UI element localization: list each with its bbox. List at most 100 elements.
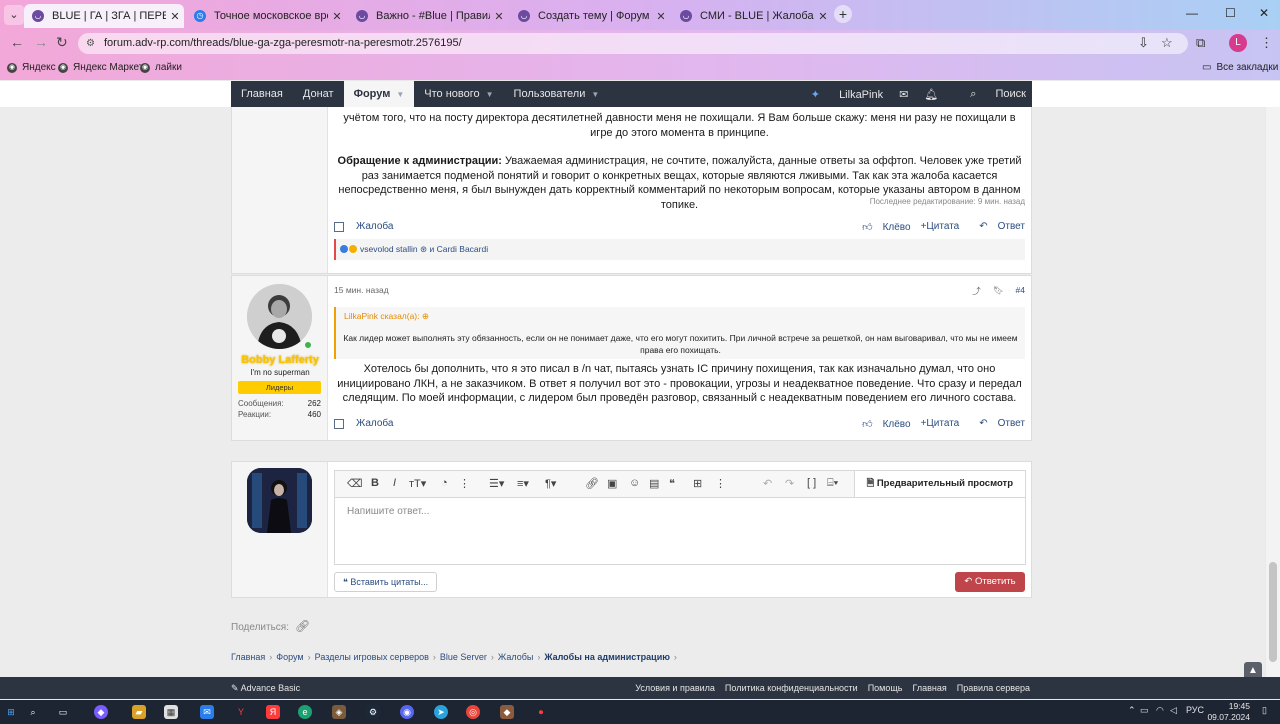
close-icon[interactable]: ✕ bbox=[328, 10, 346, 23]
image-icon[interactable]: ▣ bbox=[607, 477, 617, 490]
nav-home[interactable]: Главная bbox=[231, 81, 293, 107]
redo-icon[interactable]: ↷ bbox=[785, 477, 794, 490]
back-icon[interactable]: ← bbox=[10, 34, 24, 50]
bookmark-likes[interactable]: ◉ лайки bbox=[140, 62, 182, 73]
scroll-thumb[interactable] bbox=[1269, 562, 1277, 662]
mail-icon[interactable]: ✉ bbox=[200, 705, 214, 719]
bookmark-icon[interactable]: 🔖︎ bbox=[993, 285, 1004, 297]
reload-icon[interactable]: ↻ bbox=[56, 34, 68, 51]
post-number[interactable]: #4 bbox=[1016, 285, 1025, 297]
profile-avatar[interactable]: L bbox=[1229, 34, 1247, 52]
nav-members[interactable]: Пользователи ▼ bbox=[504, 81, 610, 107]
footer-link-privacy[interactable]: Политика конфиденциальности bbox=[725, 677, 858, 699]
all-bookmarks[interactable]: ▭ Все закладки bbox=[1202, 62, 1278, 73]
reply-link[interactable]: ↶ Ответ bbox=[969, 221, 1025, 233]
arrow-up-circle-icon[interactable]: ⊕ bbox=[422, 311, 429, 321]
close-icon[interactable]: ✕ bbox=[166, 10, 184, 23]
select-checkbox[interactable] bbox=[334, 222, 344, 232]
report-link[interactable]: Жалоба bbox=[356, 221, 393, 232]
browser-tab-4[interactable]: ◡ Создать тему | Форум Advance ✕ bbox=[510, 4, 670, 28]
footer-link-rules[interactable]: Правила сервера bbox=[957, 677, 1030, 699]
footer-link-terms[interactable]: Условия и правила bbox=[635, 677, 715, 699]
assistant-icon[interactable]: ◆ bbox=[94, 705, 108, 719]
steam-icon[interactable]: ⚙ bbox=[366, 705, 380, 719]
language-indicator[interactable]: РУС bbox=[1186, 705, 1204, 715]
mail-icon[interactable]: ✉ bbox=[899, 88, 908, 101]
volume-icon[interactable]: ◁ bbox=[1170, 705, 1177, 716]
report-link[interactable]: Жалоба bbox=[356, 418, 393, 429]
undo-icon[interactable]: ↶ bbox=[763, 477, 772, 490]
drafts-icon[interactable]: ⌸▾ bbox=[827, 477, 838, 490]
task-view-icon[interactable]: ▭ bbox=[56, 705, 70, 719]
nav-donate[interactable]: Донат bbox=[293, 81, 344, 107]
bell-icon[interactable]: 🔔︎ bbox=[924, 88, 938, 101]
record-icon[interactable]: ⏺ bbox=[534, 705, 548, 719]
chevron-down-icon[interactable]: ▼ bbox=[591, 90, 599, 99]
list-icon[interactable]: ☰▾ bbox=[489, 477, 504, 490]
bookmark-star-icon[interactable]: ☆ bbox=[1161, 35, 1173, 51]
extensions-icon[interactable]: ⧉ bbox=[1196, 35, 1205, 51]
search-button[interactable]: ⌕ Поиск bbox=[954, 88, 1026, 101]
select-checkbox[interactable] bbox=[334, 419, 344, 429]
breadcrumb-item[interactable]: Blue Server bbox=[440, 652, 487, 662]
quote-button[interactable]: +Цитата bbox=[921, 418, 960, 430]
like-button[interactable]: 👍︎ Клёво bbox=[852, 221, 910, 233]
wifi-icon[interactable]: ◠ bbox=[1156, 705, 1164, 716]
more-options-icon[interactable]: ⋮ bbox=[459, 477, 470, 490]
start-icon[interactable]: ⊞ bbox=[4, 705, 18, 719]
bookmark-yandex-market[interactable]: ◉ Яндекс Маркет bbox=[58, 62, 143, 73]
align-icon[interactable]: ≡▾ bbox=[517, 477, 529, 490]
user-menu[interactable]: ✦ LilkaPink bbox=[795, 88, 883, 101]
keyboard-icon[interactable]: ▭ bbox=[1140, 705, 1149, 716]
link-icon[interactable]: 🔗︎ bbox=[585, 477, 599, 490]
nav-whats-new[interactable]: Что нового ▼ bbox=[414, 81, 503, 107]
yandex-icon[interactable]: Я bbox=[266, 705, 280, 719]
browser-tab-3[interactable]: ◡ Важно - #Blue | Правила подз ✕ bbox=[348, 4, 508, 28]
italic-icon[interactable]: I bbox=[393, 477, 396, 489]
browser-tab-5[interactable]: ◡ СМИ - BLUE | Жалоба на дирек ✕ bbox=[672, 4, 832, 28]
chrome-icon[interactable]: ◎ bbox=[466, 705, 480, 719]
maximize-icon[interactable]: ☐ bbox=[1225, 6, 1236, 20]
file-explorer-icon[interactable]: ▰ bbox=[132, 705, 146, 719]
browser-tab-1[interactable]: ◡ BLUE | ГА | ЗГА | ПЕРЕСМОТР Н ✕ bbox=[24, 4, 184, 28]
install-app-icon[interactable]: ⇩ bbox=[1138, 35, 1149, 51]
forward-icon[interactable]: → bbox=[34, 34, 48, 50]
post-author[interactable]: Bobby Lafferty bbox=[232, 354, 328, 366]
app-icon[interactable]: ◆ bbox=[500, 705, 514, 719]
chevron-up-icon[interactable]: ⌃ bbox=[1128, 705, 1136, 716]
nav-forum[interactable]: Форум ▼ bbox=[343, 81, 415, 107]
edge-icon[interactable]: e bbox=[298, 705, 312, 719]
smiley-icon[interactable]: ☺ bbox=[629, 477, 640, 489]
bold-icon[interactable]: B bbox=[371, 477, 379, 489]
avatar[interactable] bbox=[247, 284, 312, 349]
minimize-icon[interactable]: — bbox=[1186, 6, 1198, 20]
store-icon[interactable]: ▦ bbox=[164, 705, 178, 719]
quote-button[interactable]: +Цитата bbox=[921, 221, 960, 233]
yandex-browser-icon[interactable]: Y bbox=[234, 705, 248, 719]
bookmark-yandex[interactable]: ◉ Яндекс bbox=[7, 62, 56, 73]
quote-icon[interactable]: ❝ bbox=[669, 477, 675, 490]
style-chooser[interactable]: ✎ Advance Basic bbox=[231, 683, 300, 693]
new-tab-button[interactable]: + bbox=[834, 5, 852, 23]
menu-icon[interactable]: ⋮ bbox=[1260, 35, 1273, 51]
close-icon[interactable]: ✕ bbox=[490, 10, 508, 23]
game-icon[interactable]: ◈ bbox=[332, 705, 346, 719]
breadcrumb-item[interactable]: Разделы игровых серверов bbox=[315, 652, 429, 662]
quote-author[interactable]: LilkaPink сказал(а): ⊕ bbox=[344, 311, 429, 322]
reactions-bar[interactable]: vsevolod stallin ⊛ и Cardi Bacardi bbox=[334, 239, 1025, 260]
chevron-down-icon[interactable]: ▼ bbox=[396, 90, 404, 99]
preview-button[interactable]: 🗎︎ Предварительный просмотр bbox=[853, 471, 1025, 497]
more-options-icon[interactable]: ⋮ bbox=[715, 477, 726, 490]
text-size-icon[interactable]: тT▾ bbox=[409, 477, 426, 490]
search-icon[interactable]: ⌕ bbox=[26, 705, 40, 719]
breadcrumb-item[interactable]: Форум bbox=[276, 652, 303, 662]
post-time[interactable]: 15 мин. назад bbox=[334, 285, 389, 295]
footer-link-help[interactable]: Помощь bbox=[868, 677, 903, 699]
share-icon[interactable]: ⤴ bbox=[972, 285, 981, 297]
discord-icon[interactable]: ◉ bbox=[400, 705, 414, 719]
close-icon[interactable]: ✕ bbox=[814, 10, 832, 23]
close-icon[interactable]: ✕ bbox=[652, 10, 670, 23]
avatar[interactable] bbox=[247, 468, 312, 533]
breadcrumb-item[interactable]: Жалобы bbox=[498, 652, 533, 662]
url-field[interactable]: ⚙ forum.adv-rp.com/threads/blue-ga-zga-p… bbox=[78, 33, 1188, 54]
